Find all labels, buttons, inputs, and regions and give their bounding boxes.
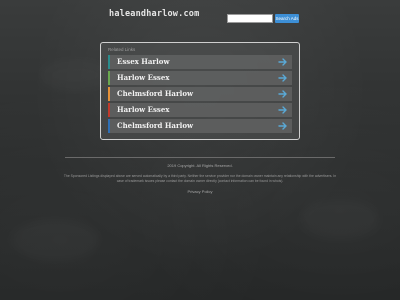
- arrow-right-icon: [278, 74, 287, 82]
- disclaimer-text: The Sponsored Listings displayed above a…: [63, 174, 337, 183]
- arrow-right-icon: [278, 106, 287, 114]
- related-links-panel: Related Links Essex Harlow Harlow Essex …: [100, 42, 300, 140]
- related-link-label: Harlow Essex: [117, 105, 170, 114]
- chalk-smudge: [10, 220, 100, 260]
- link-accent-bar: [108, 87, 110, 101]
- arrow-right-icon: [278, 90, 287, 98]
- link-accent-bar: [108, 55, 110, 69]
- footer-divider: [65, 157, 335, 158]
- related-link-essex-harlow[interactable]: Essex Harlow: [108, 55, 292, 69]
- search-input[interactable]: [227, 14, 273, 23]
- related-link-chelmsford-harlow[interactable]: Chelmsford Harlow: [108, 87, 292, 101]
- link-accent-bar: [108, 119, 110, 133]
- search-ads-button[interactable]: Search Ads: [275, 14, 299, 23]
- related-link-harlow-essex-2[interactable]: Harlow Essex: [108, 103, 292, 117]
- related-link-label: Chelmsford Harlow: [117, 89, 194, 98]
- header: haleandharlow.com Search Ads: [0, 0, 400, 30]
- chalk-smudge: [300, 200, 380, 240]
- site-logo[interactable]: haleandharlow.com: [109, 9, 199, 19]
- arrow-right-icon: [278, 122, 287, 130]
- related-link-harlow-essex[interactable]: Harlow Essex: [108, 71, 292, 85]
- related-links-heading: Related Links: [108, 47, 136, 52]
- privacy-policy-link[interactable]: Privacy Policy: [0, 189, 400, 194]
- related-link-label: Essex Harlow: [117, 57, 170, 66]
- copyright-text: 2019 Copyright. All Rights Reserved.: [167, 163, 233, 168]
- link-accent-bar: [108, 71, 110, 85]
- related-link-label: Chelmsford Harlow: [117, 121, 194, 130]
- related-link-chelmsford-harlow-2[interactable]: Chelmsford Harlow: [108, 119, 292, 133]
- link-accent-bar: [108, 103, 110, 117]
- related-link-label: Harlow Essex: [117, 73, 170, 82]
- arrow-right-icon: [278, 58, 287, 66]
